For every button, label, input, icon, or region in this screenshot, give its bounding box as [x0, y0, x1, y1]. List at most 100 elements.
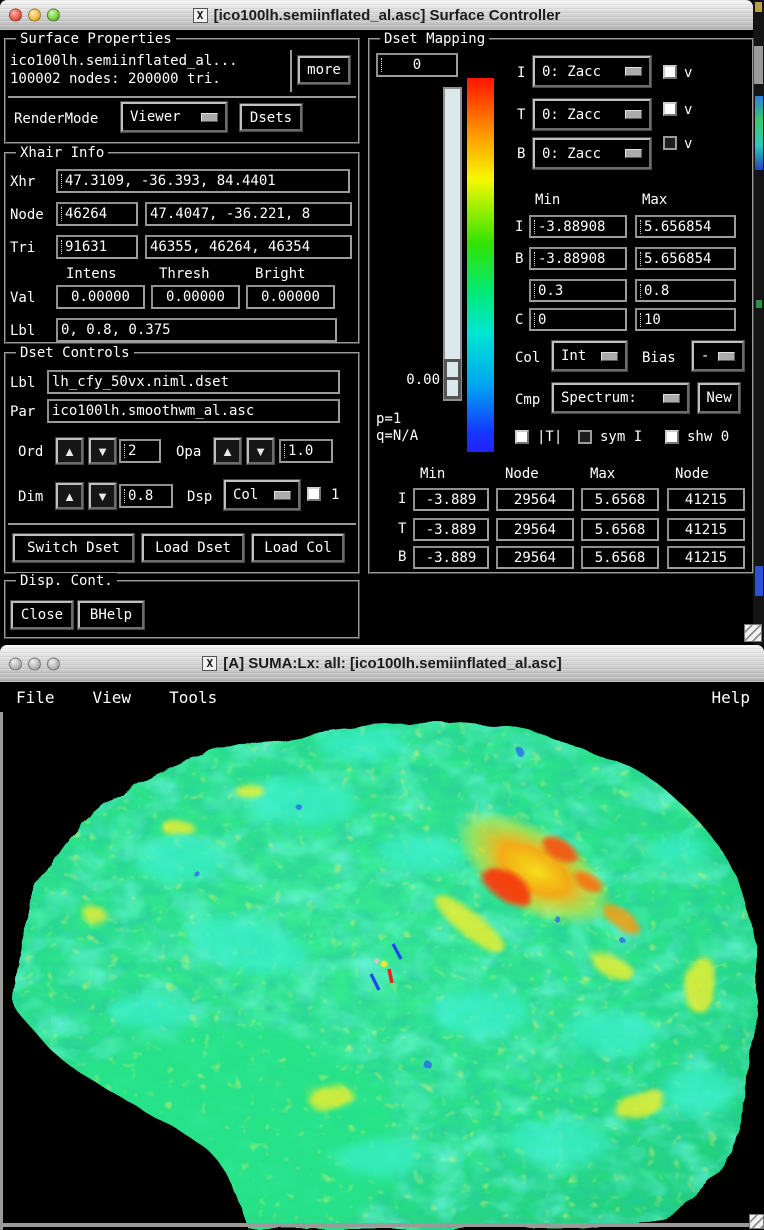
table-node-header: Node [505, 466, 539, 482]
text-cursor [284, 444, 285, 458]
cmp-label: Cmp [515, 392, 541, 408]
more-button[interactable]: more [298, 56, 350, 84]
option-menu-indicator [625, 149, 642, 158]
controller-content: Surface Properties ico100lh.semiinflated… [0, 30, 762, 645]
switch-dset-button[interactable]: Switch Dset [13, 534, 134, 562]
col-label: Col [515, 350, 541, 366]
table-min-header: Min [420, 466, 446, 482]
sym-range-checkbox[interactable] [578, 430, 592, 444]
controller-titlebar[interactable]: X [ico100lh.semiinflated_al.asc] Surface… [0, 0, 753, 31]
col-menu[interactable]: Int [552, 341, 627, 371]
controller-resize-grip[interactable] [744, 624, 762, 642]
xterm-icon: X [202, 656, 218, 671]
divider [8, 96, 356, 98]
abs-thresh-label: |T| [537, 429, 563, 445]
range-i-min-field[interactable]: -3.88908 [529, 215, 627, 238]
text-cursor [124, 489, 125, 503]
dset-lbl-field[interactable]: lh_cfy_50vx.niml.dset [47, 370, 340, 394]
bright-brick-menu[interactable]: 0: Zacc [533, 138, 651, 169]
gl-viewport[interactable] [0, 712, 764, 1230]
thresh-brick-menu[interactable]: 0: Zacc [533, 99, 651, 130]
show-zero-label: shw 0 [687, 429, 730, 445]
intens-v-checkbox[interactable] [663, 65, 677, 79]
dsp-label: Dsp [187, 489, 213, 505]
text-cursor [61, 174, 62, 188]
threshold-value-field[interactable]: 0 [376, 53, 458, 77]
load-dset-button[interactable]: Load Dset [142, 534, 244, 562]
range-i-max-field[interactable]: 5.656854 [635, 215, 736, 238]
table-row-b-label: B [398, 549, 407, 565]
table-row-i-label: I [398, 491, 407, 507]
viewer-resize-grip[interactable] [749, 1214, 764, 1229]
table-node2-header: Node [675, 466, 709, 482]
bhelp-button[interactable]: BHelp [78, 601, 144, 629]
threshold-slider-thumb[interactable] [444, 359, 461, 399]
threshold-slider[interactable] [443, 87, 462, 401]
dim-down-button[interactable]: ▼ [89, 483, 116, 509]
rendermode-menu[interactable]: Viewer [121, 102, 227, 132]
viewer-titlebar[interactable]: X [A] SUMA:Lx: all: [ico100lh.semiinflat… [0, 645, 764, 683]
intens-brick-menu[interactable]: 0: Zacc [533, 56, 651, 87]
text-cursor [61, 240, 62, 254]
menu-file[interactable]: File [0, 688, 65, 707]
dsets-button[interactable]: Dsets [240, 104, 302, 131]
viewport-frame [0, 1223, 764, 1227]
disp-cont-group: Disp. Cont. Close BHelp [4, 573, 360, 639]
ord-field[interactable]: 2 [119, 439, 161, 463]
dset-par-field[interactable]: ico100lh.smoothwm_al.asc [47, 399, 340, 423]
dsp-1-checkbox[interactable] [307, 487, 321, 501]
bright-brick-label: B [517, 146, 526, 162]
range-c-min-field[interactable]: 0 [529, 308, 627, 331]
opa-field[interactable]: 1.0 [279, 439, 333, 463]
ord-down-button[interactable]: ▼ [89, 438, 116, 464]
menu-view[interactable]: View [83, 688, 142, 707]
bright-v-checkbox[interactable] [663, 136, 677, 150]
text-cursor [640, 251, 641, 266]
surface-properties-group: Surface Properties ico100lh.semiinflated… [4, 31, 360, 144]
controller-title: X [ico100lh.semiinflated_al.asc] Surface… [192, 7, 560, 24]
range-b-max-field[interactable]: 5.656854 [635, 247, 736, 270]
bias-menu[interactable]: - [692, 341, 744, 371]
range-b-min-field[interactable]: -3.88908 [529, 247, 627, 270]
dset-par-label: Par [10, 404, 36, 420]
zoom-button[interactable] [47, 657, 60, 670]
tri-field[interactable]: 91631 [56, 235, 138, 259]
range-coord-min-field[interactable]: 0.3 [529, 279, 627, 302]
node-field[interactable]: 46264 [56, 202, 138, 226]
xhr-field[interactable]: 47.3109, -36.393, 84.4401 [56, 169, 350, 193]
opa-up-button[interactable]: ▲ [214, 438, 241, 464]
node-coords-field[interactable]: 47.4047, -36.221, 8 [145, 202, 352, 226]
dsp-menu[interactable]: Col [224, 480, 300, 510]
bright-header: Bright [255, 266, 306, 282]
ord-label: Ord [18, 444, 44, 460]
tri-nodes-field[interactable]: 46355, 46264, 46354 [145, 235, 352, 259]
close-controller-button[interactable]: Close [11, 601, 73, 629]
dim-field[interactable]: 0.8 [119, 484, 173, 508]
thresh-v-checkbox[interactable] [663, 102, 677, 116]
range-coord-max-field[interactable]: 0.8 [635, 279, 736, 302]
close-button[interactable] [9, 8, 22, 22]
sliver-speck [755, 2, 762, 12]
zoom-button[interactable] [47, 8, 60, 22]
brain-surface-rendering[interactable] [0, 712, 764, 1230]
show-zero-checkbox[interactable] [665, 430, 679, 444]
ord-up-button[interactable]: ▲ [56, 438, 83, 464]
menu-tools[interactable]: Tools [159, 688, 227, 707]
menu-help[interactable]: Help [701, 688, 764, 707]
lbl-field: 0, 0.8, 0.375 [56, 318, 337, 342]
close-button[interactable] [9, 657, 22, 670]
surface-properties-title: Surface Properties [16, 31, 176, 47]
new-colormap-button[interactable]: New [698, 383, 740, 413]
colormap-bar[interactable] [467, 78, 494, 452]
load-col-button[interactable]: Load Col [252, 534, 344, 562]
range-c-max-field[interactable]: 10 [635, 308, 736, 331]
intens-header: Intens [66, 266, 117, 282]
dim-up-button[interactable]: ▲ [56, 483, 83, 509]
table-max-header: Max [590, 466, 616, 482]
minimize-button[interactable] [28, 8, 41, 22]
xhair-info-title: Xhair Info [16, 145, 109, 161]
minimize-button[interactable] [28, 657, 41, 670]
abs-thresh-checkbox[interactable] [515, 430, 529, 444]
opa-down-button[interactable]: ▼ [247, 438, 274, 464]
cmp-menu[interactable]: Spectrum: [552, 383, 689, 413]
